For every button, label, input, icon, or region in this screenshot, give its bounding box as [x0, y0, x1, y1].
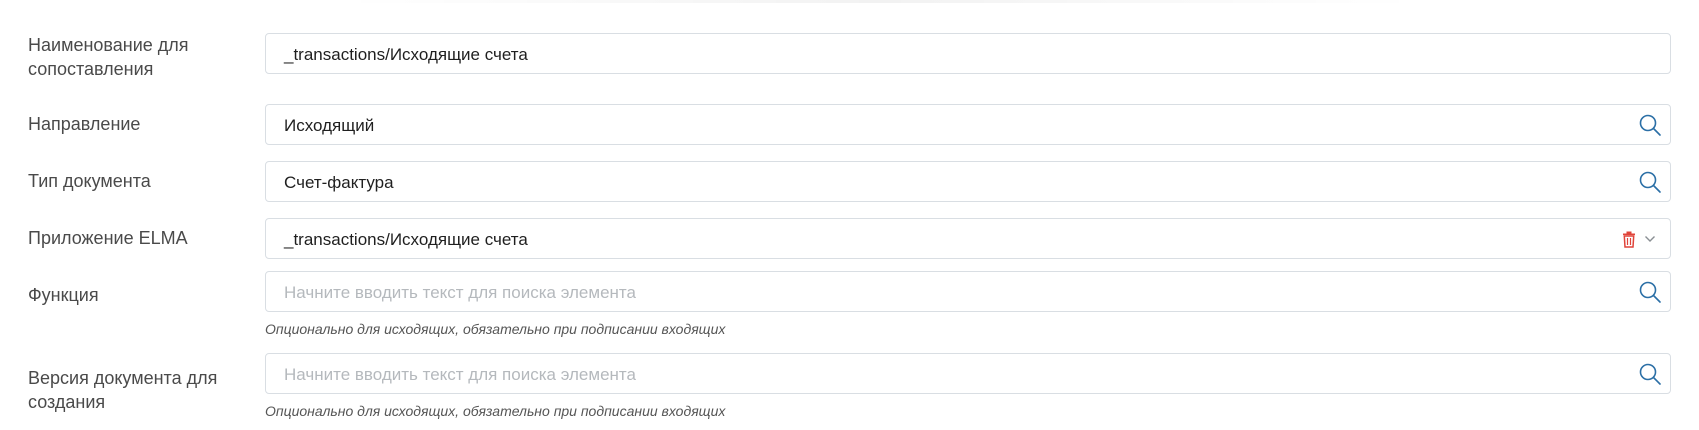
- chevron-down-icon[interactable]: [1644, 235, 1656, 243]
- input-placeholder: Начните вводить текст для поиска элемент…: [284, 283, 636, 302]
- field-label: Направление: [28, 114, 141, 134]
- input-value: Исходящий: [284, 116, 375, 135]
- field-label: Тип документа: [28, 171, 151, 191]
- field-label: Функция: [28, 285, 99, 305]
- field-hint: Опционально для исходящих, обязательно п…: [265, 321, 726, 337]
- field-label: Версия документа для создания: [28, 368, 218, 412]
- elma-app-select[interactable]: _transactions/Исходящие счета: [265, 218, 1671, 259]
- input-value: _transactions/Исходящие счета: [284, 45, 528, 64]
- select-controls: [1622, 229, 1656, 249]
- input-value: Счет-фактура: [284, 173, 394, 192]
- input-value: _transactions/Исходящие счета: [284, 230, 528, 249]
- function-lookup[interactable]: Начните вводить текст для поиска элемент…: [265, 271, 1671, 312]
- mapping-name-input[interactable]: _transactions/Исходящие счета: [265, 33, 1671, 74]
- top-shadow: [340, 0, 1420, 3]
- direction-lookup[interactable]: Исходящий: [265, 104, 1671, 145]
- document-type-lookup[interactable]: Счет-фактура: [265, 161, 1671, 202]
- input-placeholder: Начните вводить текст для поиска элемент…: [284, 365, 636, 384]
- search-icon[interactable]: [1638, 170, 1662, 194]
- search-icon[interactable]: [1638, 280, 1662, 304]
- field-label: Наименование для сопоставления: [28, 35, 189, 79]
- field-label: Приложение ELMA: [28, 228, 188, 248]
- trash-icon[interactable]: [1622, 231, 1636, 248]
- search-icon[interactable]: [1638, 362, 1662, 386]
- field-hint: Опционально для исходящих, обязательно п…: [265, 403, 726, 419]
- search-icon[interactable]: [1638, 113, 1662, 137]
- document-version-lookup[interactable]: Начните вводить текст для поиска элемент…: [265, 353, 1671, 394]
